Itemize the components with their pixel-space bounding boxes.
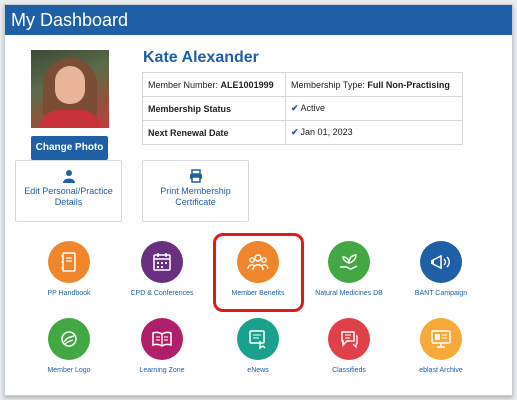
printer-icon (189, 169, 202, 183)
monitor-icon (420, 318, 462, 360)
pp-handbook-item[interactable]: PP Handbook (29, 241, 109, 297)
membership-status-value: Active (300, 103, 326, 113)
renewal-date-value: Jan 01, 2023 (300, 127, 353, 137)
pp-handbook-label: PP Handbook (47, 290, 91, 297)
cpd-conferences-label: CPD & Conferences (130, 290, 194, 297)
check-icon: ✔ (291, 103, 299, 113)
eblast-archive-item[interactable]: eblast Archive (401, 318, 481, 374)
dashboard-panel: My Dashboard Change Photo Kate Alexander… (4, 4, 513, 396)
bant-campaign-item[interactable]: BANT Campaign (401, 241, 481, 297)
learning-zone-item[interactable]: Learning Zone (122, 318, 202, 374)
member-benefits-highlight (213, 233, 304, 312)
enews-item[interactable]: eNews (218, 318, 298, 374)
membership-info-table: Member Number: ALE1001999 Membership Typ… (142, 72, 463, 145)
membership-type-value: Full Non-Practising (367, 79, 450, 90)
notebook-icon (48, 241, 90, 283)
member-number-cell: Member Number: ALE1001999 (142, 72, 286, 97)
plant-hand-icon (328, 241, 370, 283)
change-photo-button[interactable]: Change Photo (31, 136, 108, 160)
page-title: My Dashboard (5, 5, 512, 35)
membership-type-cell: Membership Type: Full Non-Practising (285, 72, 463, 97)
logo-icon (48, 318, 90, 360)
user-icon (62, 170, 75, 183)
member-number-label: Member Number: (148, 79, 219, 90)
cpd-conferences-item[interactable]: CPD & Conferences (122, 241, 202, 297)
member-name: Kate Alexander (143, 49, 259, 66)
membership-type-label: Membership Type: (291, 79, 365, 90)
membership-status-label: Membership Status (148, 103, 232, 114)
renewal-date-label: Next Renewal Date (148, 127, 229, 138)
classifieds-label: Classifieds (332, 367, 366, 374)
edit-details-tile[interactable]: Edit Personal/Practice Details (15, 160, 122, 222)
member-logo-label: Member Logo (47, 367, 91, 374)
megaphone-icon (420, 241, 462, 283)
profile-photo (31, 50, 109, 128)
natural-medicines-label: Natural Medicines DB (315, 290, 383, 297)
member-logo-item[interactable]: Member Logo (29, 318, 109, 374)
bant-campaign-label: BANT Campaign (414, 290, 468, 297)
classifieds-item[interactable]: Classifieds (309, 318, 389, 374)
enews-label: eNews (247, 367, 269, 374)
book-icon (141, 318, 183, 360)
check-icon: ✔ (291, 127, 299, 137)
member-number-value: ALE1001999 (220, 79, 274, 90)
chat-icon (328, 318, 370, 360)
natural-medicines-item[interactable]: Natural Medicines DB (309, 241, 389, 297)
edit-details-label: Edit Personal/Practice Details (24, 186, 113, 207)
eblast-archive-label: eblast Archive (419, 367, 463, 374)
calendar-icon (141, 241, 183, 283)
learning-zone-label: Learning Zone (139, 367, 185, 374)
news-tablet-icon (237, 318, 279, 360)
print-certificate-tile[interactable]: Print Membership Certificate (142, 160, 249, 222)
print-certificate-label: Print Membership Certificate (160, 186, 231, 207)
